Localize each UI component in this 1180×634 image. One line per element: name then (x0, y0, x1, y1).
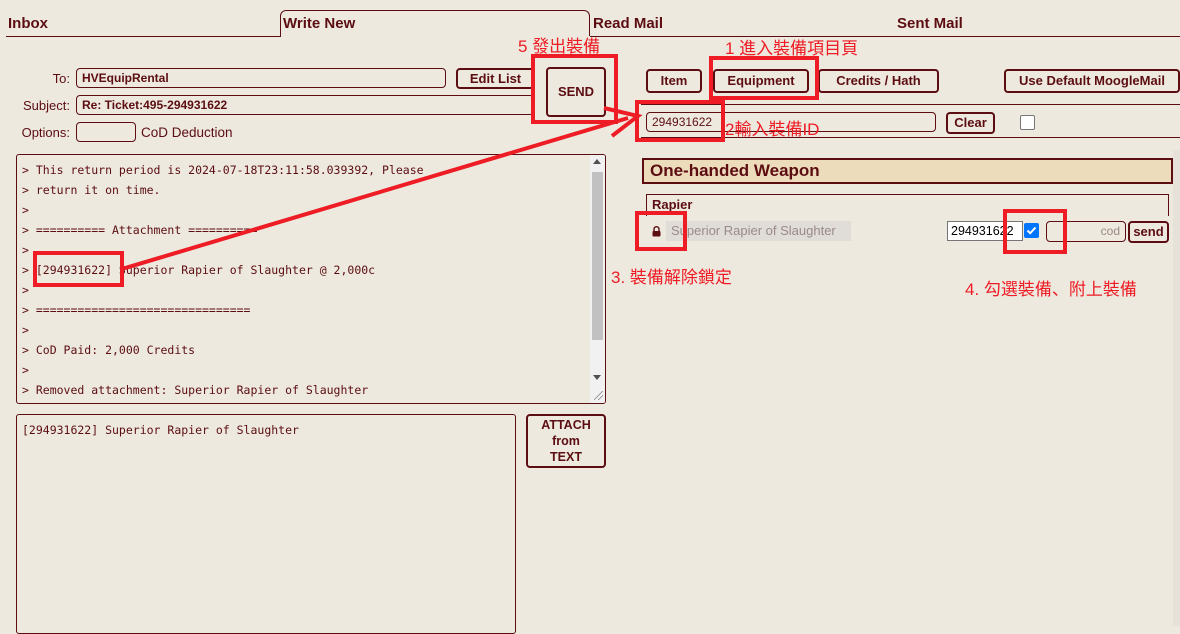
edit-list-button[interactable]: Edit List (456, 68, 535, 89)
annotation-send-box (531, 54, 618, 124)
annotation-equipment-box (709, 56, 819, 100)
mail-body-line: > (22, 323, 29, 337)
filter-checkbox[interactable] (1020, 115, 1035, 130)
mail-body-line: > (22, 203, 29, 217)
annotation-body-id-box (33, 251, 124, 287)
annotation-step4: 4. 勾選裝備、附上裝備 (965, 280, 1137, 299)
attach-button-line-1: ATTACH (541, 418, 591, 432)
annotation-step2: 2輸入裝備ID (725, 120, 820, 139)
equipment-send-button[interactable]: send (1128, 221, 1169, 243)
tab-inbox[interactable]: Inbox (8, 15, 48, 32)
cod-amount-field[interactable] (76, 122, 136, 142)
tab-write-new[interactable]: Write New (283, 15, 355, 32)
mail-body-line: > ========== Attachment ========== (22, 223, 258, 237)
attach-from-text-button[interactable]: ATTACH from TEXT (526, 414, 606, 468)
options-label: Options: (21, 125, 70, 140)
item-tab-button[interactable]: Item (646, 69, 702, 93)
tab-divider-right (590, 36, 1180, 37)
use-default-mooglemail-button[interactable]: Use Default MoogleMail (1004, 69, 1180, 93)
equipment-name: Superior Rapier of Slaughter (666, 221, 851, 241)
cod-placeholder: cod (1100, 224, 1120, 238)
annotation-step1: 1 進入裝備項目頁 (725, 39, 859, 58)
annotation-checkbox-box (1003, 209, 1067, 254)
tab-read-mail[interactable]: Read Mail (593, 15, 663, 32)
mail-body-line: > This return period is 2024-07-18T23:11… (22, 163, 424, 177)
equipment-row[interactable]: Superior Rapier of Slaughter 294931622 c… (642, 219, 1169, 243)
category-header: One-handed Weapon (642, 158, 1173, 184)
annotation-step3: 3. 裝備解除鎖定 (611, 268, 732, 287)
attach-text-value: [294931622] Superior Rapier of Slaughter (22, 423, 299, 437)
mail-body-scroll-thumb[interactable] (592, 172, 603, 340)
annotation-step5: 5 發出裝備 (518, 37, 601, 56)
credits-hath-tab-button[interactable]: Credits / Hath (818, 69, 939, 93)
cod-deduction-label: CoD Deduction (141, 125, 233, 140)
right-panel-scrollbar[interactable] (1173, 150, 1180, 626)
scroll-down-arrow-icon[interactable] (593, 375, 601, 380)
mail-body-line: > (22, 363, 29, 377)
mail-body-line: > =============================== (22, 303, 251, 317)
tab-divider-left (6, 36, 281, 37)
scroll-up-arrow-icon[interactable] (593, 159, 601, 164)
annotation-lock-box (635, 211, 687, 251)
attach-text-textarea[interactable]: [294931622] Superior Rapier of Slaughter (16, 414, 516, 634)
to-label: To: (52, 71, 70, 86)
mail-body-scrollbar[interactable] (590, 155, 605, 403)
subject-label: Subject: (23, 98, 70, 113)
clear-button[interactable]: Clear (946, 112, 995, 134)
subcategory-header: Rapier (646, 194, 1169, 216)
subject-field[interactable]: Re: Ticket:495-294931622 (76, 95, 534, 115)
resize-grip-icon[interactable] (594, 391, 603, 400)
attach-button-line-2: from (552, 434, 580, 448)
mail-body-line: > Removed attachment: Superior Rapier of… (22, 383, 369, 397)
mail-body-line: > CoD Paid: 2,000 Credits (22, 343, 196, 357)
attach-button-line-3: TEXT (550, 450, 582, 464)
to-field[interactable]: HVEquipRental (76, 68, 446, 88)
mail-body-line: > return it on time. (22, 183, 161, 197)
tab-sent-mail[interactable]: Sent Mail (897, 15, 963, 32)
annotation-filter-box (635, 100, 725, 142)
